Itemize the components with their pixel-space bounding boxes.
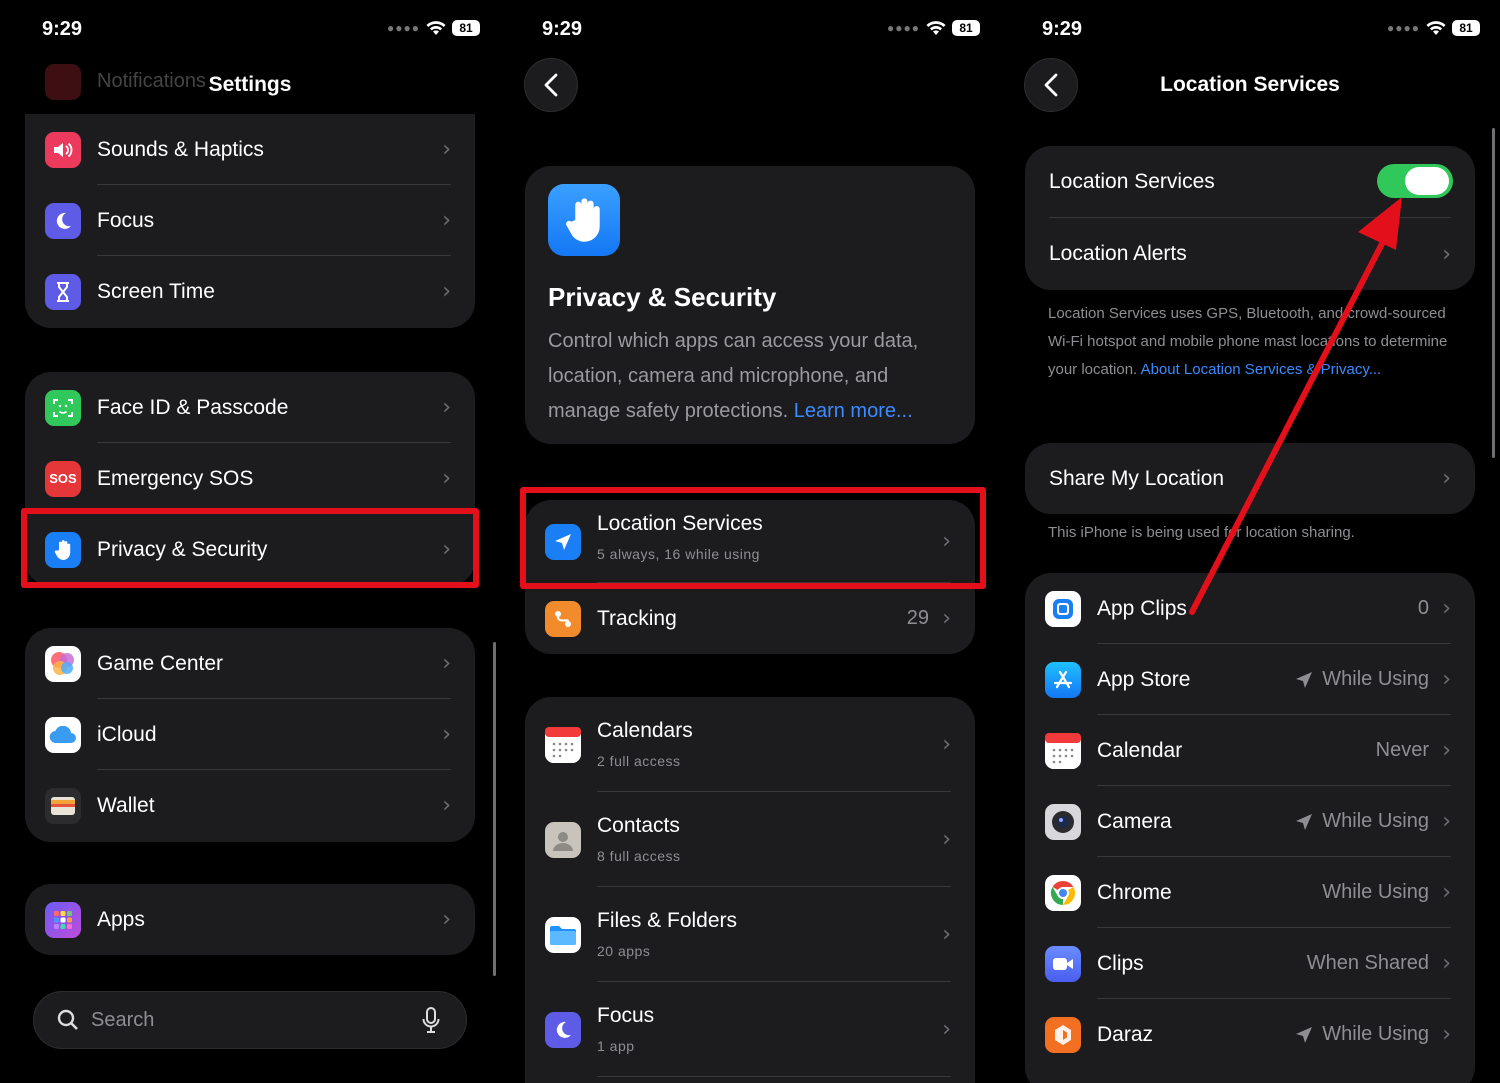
signal-icon: ●●●● bbox=[887, 21, 920, 35]
wifi-icon bbox=[926, 21, 946, 35]
settings-group-4: Apps › bbox=[25, 884, 475, 955]
settings-item-sounds[interactable]: Sounds & Haptics › bbox=[25, 114, 475, 185]
battery-icon: 81 bbox=[452, 20, 480, 36]
item-label: iCloud bbox=[97, 722, 157, 746]
header-title: Privacy & Security bbox=[548, 282, 777, 312]
tracking-row[interactable]: Tracking 29 › bbox=[525, 583, 975, 654]
item-label: Wallet bbox=[97, 793, 155, 817]
chevron-right-icon: › bbox=[442, 466, 451, 491]
chevron-right-icon: › bbox=[442, 651, 451, 676]
wifi-icon bbox=[426, 21, 446, 35]
annotation-arrow bbox=[1189, 197, 1402, 615]
scrollbar[interactable] bbox=[493, 642, 496, 976]
calendar-icon bbox=[545, 726, 581, 763]
settings-group-3: Game Center › iCloud › Wallet › bbox=[25, 628, 475, 842]
apps-grid-icon bbox=[45, 901, 81, 938]
permission-row-contacts[interactable]: Contacts 8 full access › bbox=[525, 792, 975, 887]
battery-icon: 81 bbox=[952, 20, 980, 36]
search-icon bbox=[57, 1009, 78, 1030]
item-label: Tracking bbox=[597, 606, 677, 630]
chevron-right-icon: › bbox=[442, 208, 451, 233]
permission-row-calendars[interactable]: Calendars 2 full access › bbox=[525, 697, 975, 792]
chevron-right-icon: › bbox=[442, 137, 451, 162]
chevron-right-icon: › bbox=[942, 606, 951, 631]
item-label: Contacts bbox=[597, 814, 680, 837]
item-label: Apps bbox=[97, 907, 145, 931]
folder-icon bbox=[545, 916, 581, 953]
header-description: Control which apps can access your data,… bbox=[548, 324, 948, 429]
chevron-right-icon: › bbox=[442, 722, 451, 747]
signal-icon: ●●●● bbox=[387, 21, 420, 35]
location-services-panel: 9:29 ●●●● 81 Location Services Location … bbox=[1000, 0, 1500, 1083]
permission-row-focus[interactable]: Focus 1 app › bbox=[525, 982, 975, 1077]
item-sublabel: 2 full access bbox=[597, 753, 681, 769]
chevron-right-icon: › bbox=[442, 907, 451, 932]
page-title: Settings bbox=[208, 73, 292, 96]
settings-panel: 9:29 ●●●● 81 Notifications Settings Soun… bbox=[0, 0, 500, 1083]
status-time: 9:29 bbox=[42, 18, 83, 40]
contacts-icon bbox=[545, 821, 581, 858]
chevron-right-icon: › bbox=[942, 732, 951, 757]
face-id-icon bbox=[45, 389, 81, 426]
item-label: Files & Folders bbox=[597, 909, 738, 932]
item-label: Game Center bbox=[97, 651, 224, 675]
settings-item-screen-time[interactable]: Screen Time › bbox=[25, 256, 475, 327]
item-label: Sounds & Haptics bbox=[97, 137, 264, 161]
moon-icon bbox=[45, 202, 81, 239]
settings-item-emergency-sos[interactable]: SOS Emergency SOS › bbox=[25, 443, 475, 514]
chevron-right-icon: › bbox=[442, 395, 451, 420]
moon-icon bbox=[545, 1011, 581, 1048]
chevron-right-icon: › bbox=[942, 922, 951, 947]
sos-icon: SOS bbox=[45, 460, 81, 497]
item-label: Face ID & Passcode bbox=[97, 395, 289, 419]
settings-group-1: Sounds & Haptics › Focus › Screen Time › bbox=[25, 114, 475, 328]
item-sublabel: 20 apps bbox=[597, 943, 651, 959]
item-label: Emergency SOS bbox=[97, 466, 254, 490]
search-placeholder: Search bbox=[91, 1008, 155, 1031]
item-label: Focus bbox=[97, 208, 155, 232]
item-label: Calendars bbox=[597, 719, 693, 742]
learn-more-link[interactable]: Learn more... bbox=[794, 400, 913, 422]
item-sublabel: 1 app bbox=[597, 1038, 635, 1054]
settings-item-wallet[interactable]: Wallet › bbox=[25, 770, 475, 841]
chevron-right-icon: › bbox=[942, 827, 951, 852]
status-icons: ●●●● 81 bbox=[887, 20, 980, 36]
hand-icon bbox=[548, 184, 620, 256]
wallet-icon bbox=[45, 787, 81, 824]
game-center-icon bbox=[45, 645, 81, 682]
privacy-header-card: Privacy & Security Control which apps ca… bbox=[525, 166, 975, 444]
highlight-box bbox=[520, 487, 986, 589]
permission-row-files[interactable]: Files & Folders 20 apps › bbox=[525, 887, 975, 982]
item-label: Focus bbox=[597, 1004, 655, 1027]
status-icons: ●●●● 81 bbox=[387, 20, 480, 36]
app-permissions-group: Calendars 2 full access › Contacts 8 ful… bbox=[525, 697, 975, 1083]
settings-item-icloud[interactable]: iCloud › bbox=[25, 699, 475, 770]
status-time: 9:29 bbox=[542, 18, 583, 40]
settings-item-focus[interactable]: Focus › bbox=[25, 185, 475, 256]
item-sublabel: 8 full access bbox=[597, 848, 681, 864]
privacy-panel: 9:29 ●●●● 81 Privacy & Security Control … bbox=[500, 0, 1000, 1083]
cloud-icon bbox=[45, 716, 81, 753]
chevron-right-icon: › bbox=[442, 793, 451, 818]
chevron-right-icon: › bbox=[942, 1017, 951, 1042]
tracking-icon bbox=[545, 600, 581, 637]
microphone-icon[interactable] bbox=[422, 1007, 440, 1033]
chevron-right-icon: › bbox=[442, 279, 451, 304]
highlight-box bbox=[21, 508, 479, 588]
chevron-left-icon bbox=[544, 73, 558, 97]
settings-item-apps[interactable]: Apps › bbox=[25, 884, 475, 955]
item-label: Screen Time bbox=[97, 279, 215, 303]
hourglass-icon bbox=[45, 273, 81, 310]
settings-item-face-id[interactable]: Face ID & Passcode › bbox=[25, 372, 475, 443]
back-button[interactable] bbox=[524, 58, 578, 112]
settings-item-game-center[interactable]: Game Center › bbox=[25, 628, 475, 699]
tracking-count: 29 bbox=[906, 607, 929, 629]
search-input[interactable]: Search bbox=[33, 991, 467, 1049]
speaker-icon bbox=[45, 131, 81, 168]
